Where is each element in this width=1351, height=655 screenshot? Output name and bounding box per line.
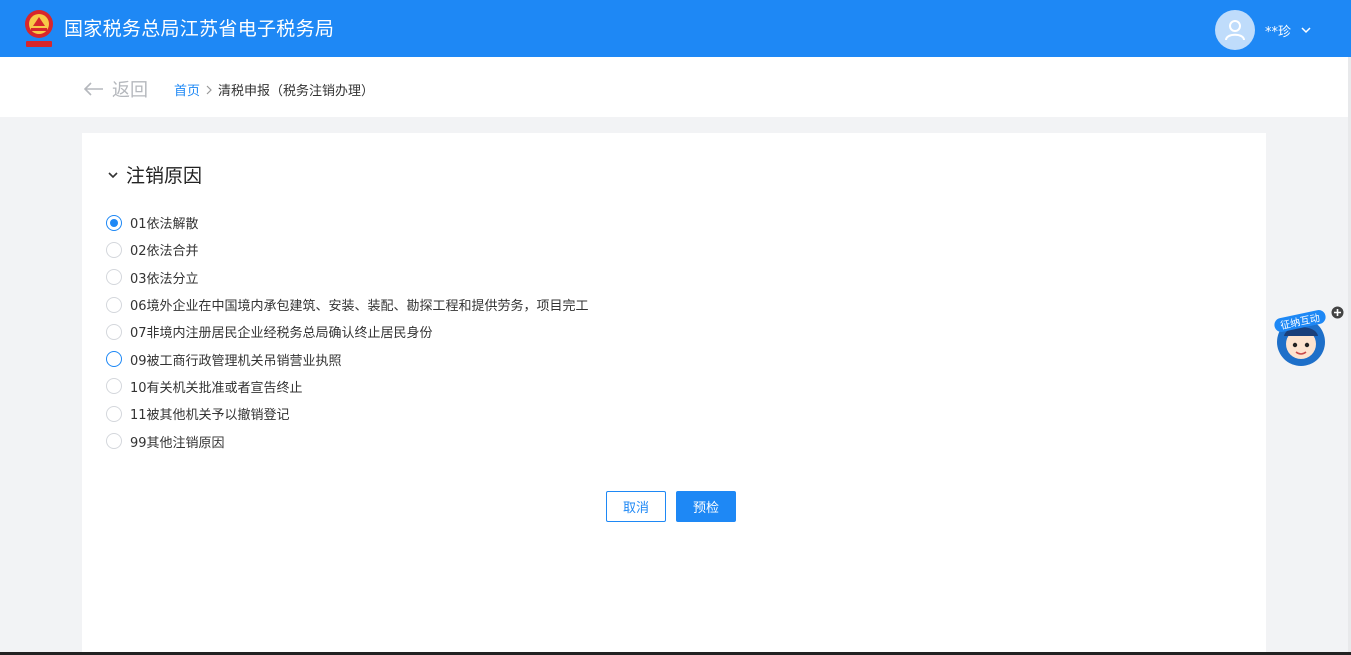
chevron-down-icon [1301, 27, 1311, 34]
radio-button[interactable] [106, 323, 122, 340]
section-toggle[interactable]: 注销原因 [108, 161, 202, 188]
radio-label: 10有关机关批准或者宣告终止 [130, 380, 303, 396]
arrow-left-icon [84, 82, 103, 96]
reason-radio-group: 01依法解散 02依法合并 03依法分立 06境外企业在中国境内承包建筑、安装、… [106, 209, 589, 455]
top-header: 国家税务总局江苏省电子税务局 **珍 [0, 0, 1351, 57]
site-title: 国家税务总局江苏省电子税务局 [64, 18, 335, 40]
radio-button[interactable] [106, 296, 122, 313]
radio-button[interactable] [106, 433, 122, 450]
service-helper-widget[interactable]: 征纳互动 [1272, 306, 1344, 370]
radio-button[interactable] [106, 241, 122, 258]
chevron-down-icon [108, 171, 118, 178]
radio-label: 99其他注销原因 [130, 435, 225, 451]
radio-option[interactable]: 11被其他机关予以撤销登记 [106, 400, 589, 427]
breadcrumb-home-link[interactable]: 首页 [174, 80, 200, 99]
back-label: 返回 [112, 80, 148, 101]
user-avatar-icon [1215, 10, 1255, 50]
radio-button[interactable] [106, 214, 122, 231]
radio-label: 03依法分立 [130, 271, 199, 287]
radio-button[interactable] [106, 351, 122, 368]
plus-circle-icon[interactable] [1331, 306, 1344, 319]
user-name: **珍 [1265, 24, 1292, 40]
radio-label: 06境外企业在中国境内承包建筑、安装、装配、勘探工程和提供劳务，项目完工 [130, 299, 589, 315]
radio-label: 09被工商行政管理机关吊销营业执照 [130, 353, 342, 369]
radio-option[interactable]: 07非境内注册居民企业经税务总局确认终止居民身份 [106, 318, 589, 345]
breadcrumb: 首页 清税申报（税务注销办理） [174, 80, 374, 99]
radio-button[interactable] [106, 378, 122, 395]
radio-option[interactable]: 99其他注销原因 [106, 427, 589, 454]
radio-label: 02依法合并 [130, 244, 199, 260]
radio-option[interactable]: 09被工商行政管理机关吊销营业执照 [106, 345, 589, 372]
breadcrumb-current: 清税申报（税务注销办理） [218, 84, 375, 99]
radio-button[interactable] [106, 405, 122, 422]
section-title: 注销原因 [126, 165, 203, 187]
tax-emblem-icon [25, 10, 53, 47]
form-card: 注销原因 01依法解散 02依法合并 03依法分立 06境外企业在中国境内承包建… [82, 133, 1266, 655]
radio-option[interactable]: 02依法合并 [106, 236, 589, 263]
radio-button[interactable] [106, 269, 122, 286]
radio-option[interactable]: 01依法解散 [106, 209, 589, 236]
navigation-bar: 返回 首页 清税申报（税务注销办理） [0, 57, 1351, 117]
radio-option[interactable]: 03依法分立 [106, 264, 589, 291]
user-menu[interactable]: **珍 [1215, 10, 1311, 50]
radio-option[interactable]: 10有关机关批准或者宣告终止 [106, 373, 589, 400]
precheck-button[interactable]: 预检 [676, 491, 736, 522]
cancel-button[interactable]: 取消 [606, 491, 666, 522]
chevron-right-icon [206, 85, 212, 94]
radio-option[interactable]: 06境外企业在中国境内承包建筑、安装、装配、勘探工程和提供劳务，项目完工 [106, 291, 589, 318]
radio-label: 01依法解散 [130, 217, 199, 233]
radio-label: 07非境内注册居民企业经税务总局确认终止居民身份 [130, 326, 433, 342]
radio-label: 11被其他机关予以撤销登记 [130, 408, 290, 424]
back-button[interactable]: 返回 [84, 76, 148, 102]
